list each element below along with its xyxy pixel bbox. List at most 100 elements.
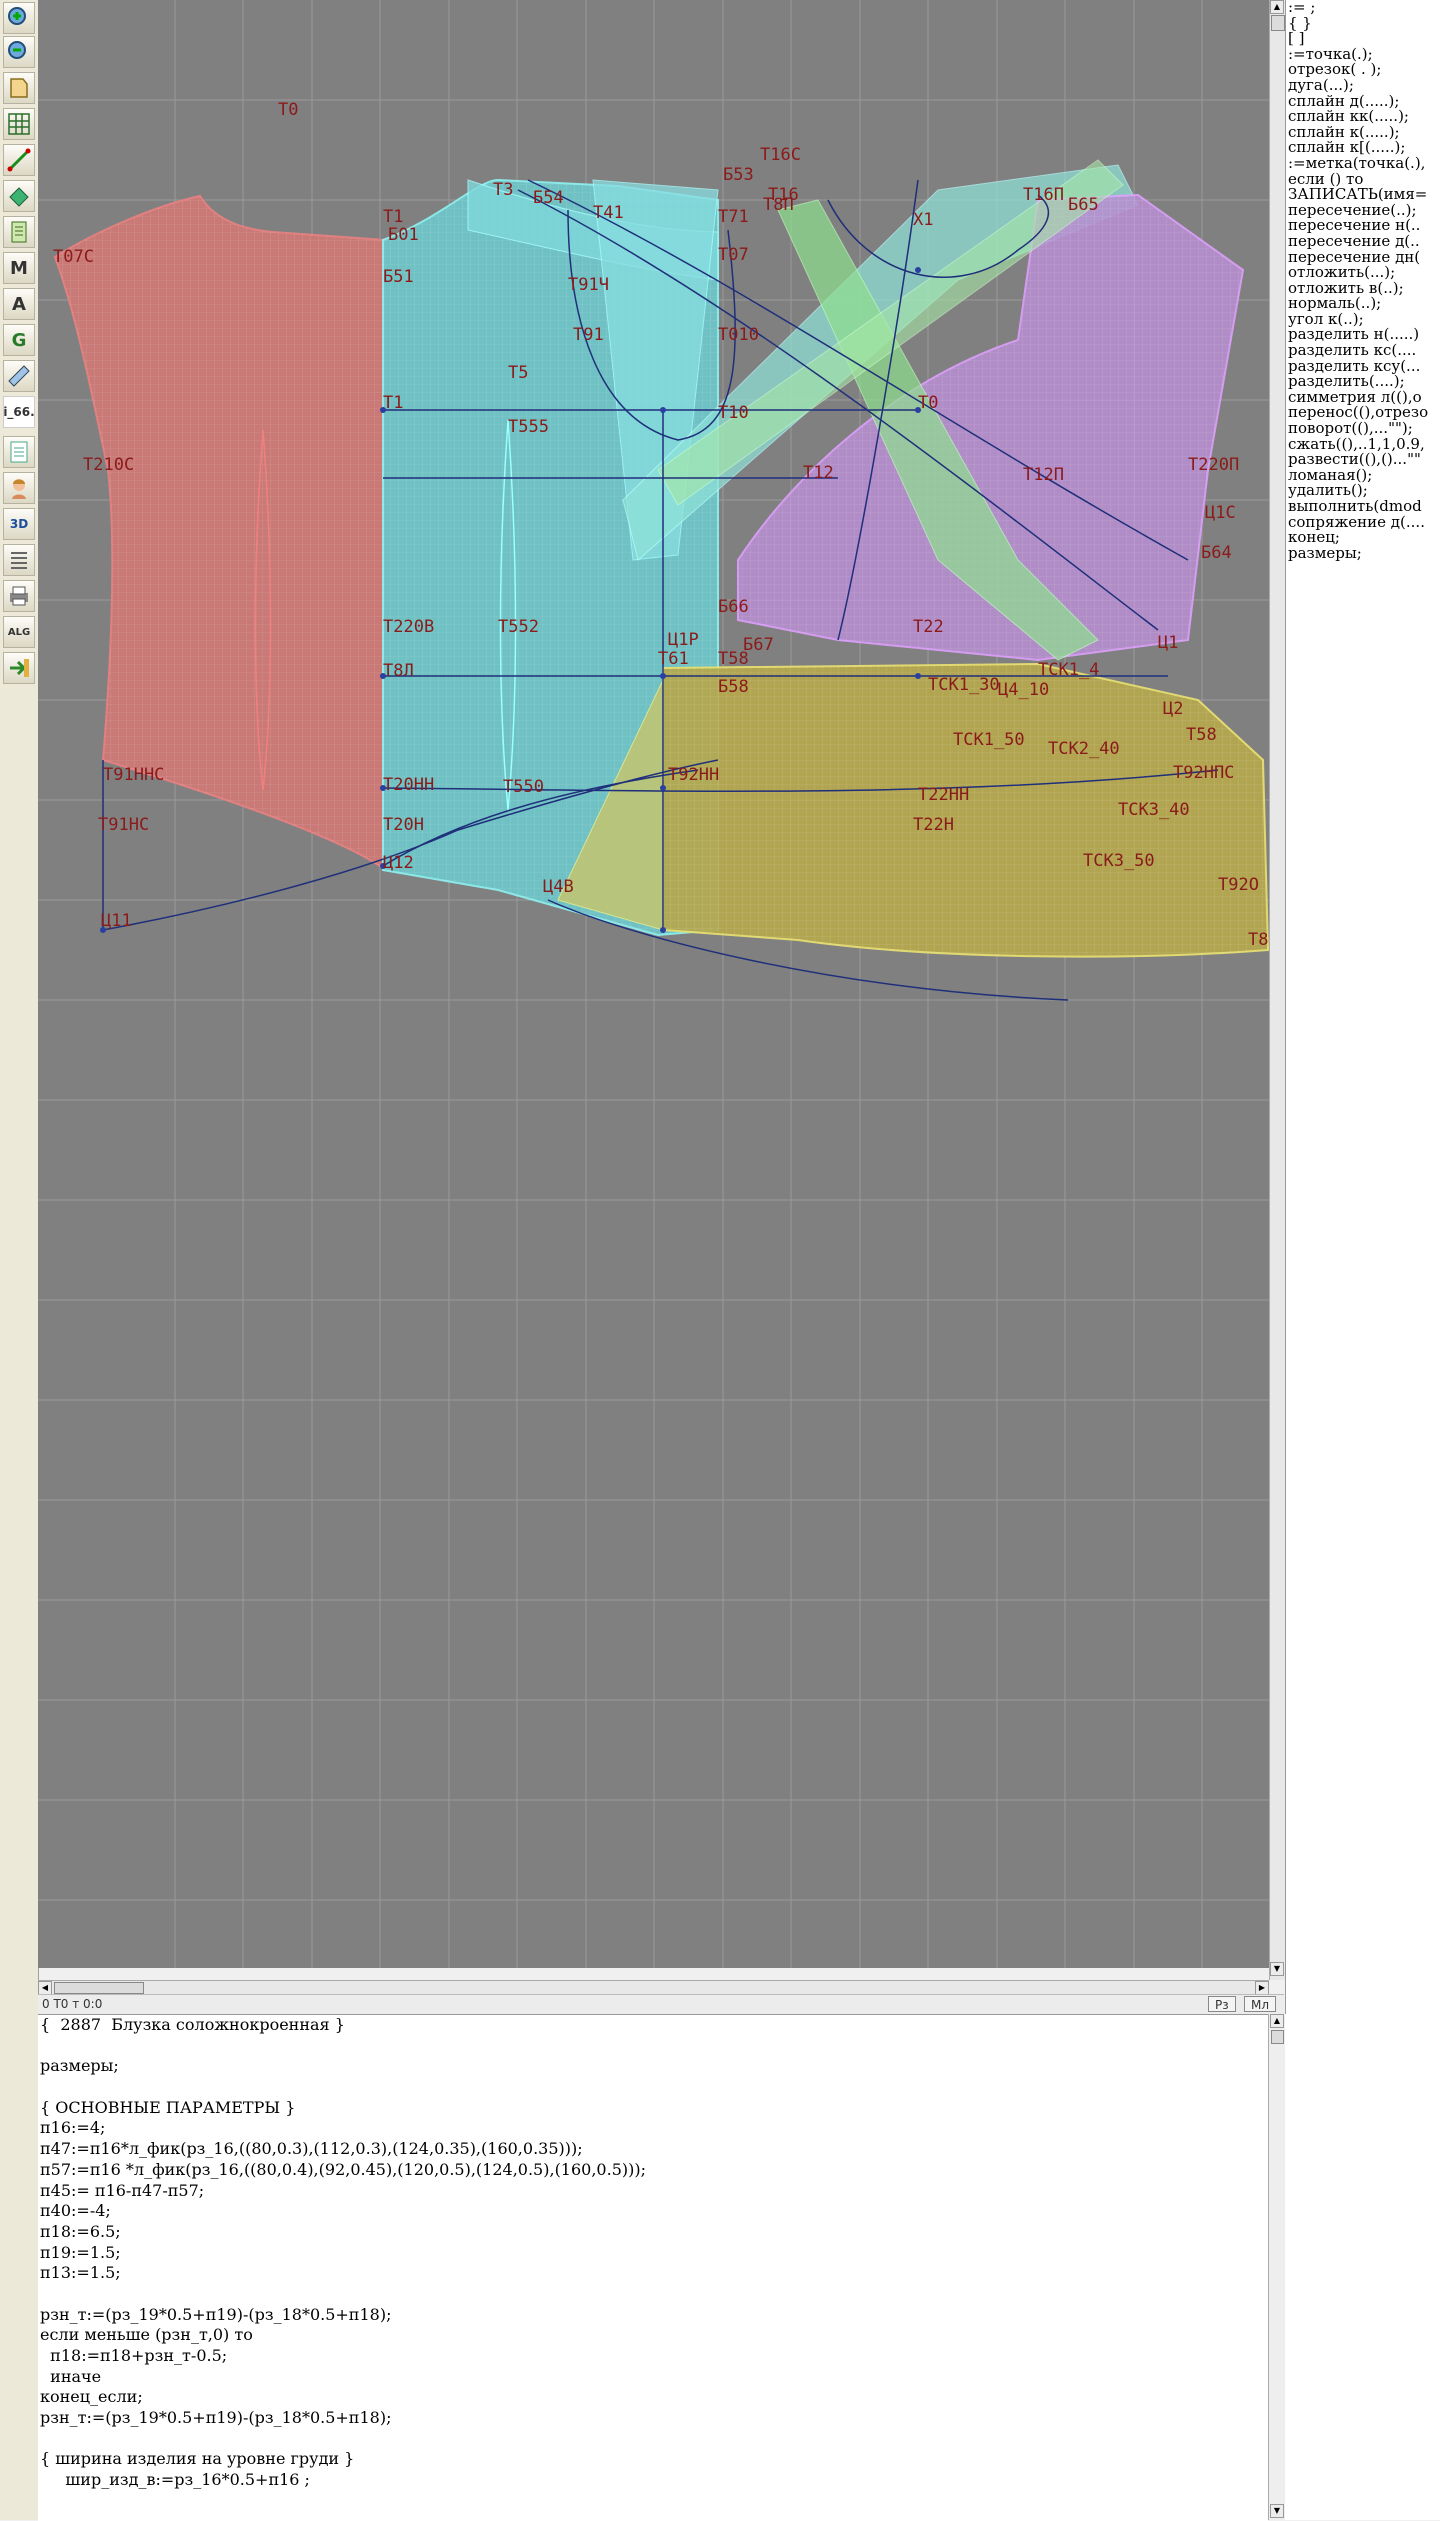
figure-icon[interactable]	[3, 472, 35, 504]
zoom-in-icon[interactable]	[3, 2, 35, 34]
canvas-vertical-scrollbar[interactable]: ▲ ▼	[1269, 0, 1286, 1980]
point-label: Т550	[503, 777, 544, 797]
code-line[interactable]: п13:=1.5;	[38, 2263, 1268, 2284]
point-label: Т91НС	[98, 815, 149, 835]
ruler-icon[interactable]	[3, 360, 35, 392]
code-line[interactable]: шир_изд_в:=рз_16*0.5+п16 ;	[38, 2470, 1268, 2491]
gradation-icon-text: G	[11, 329, 27, 351]
scroll-down-button[interactable]: ▼	[1270, 1962, 1284, 1976]
alg-icon-text: ALG	[7, 626, 31, 638]
editor-vertical-scrollbar[interactable]: ▲ ▼	[1268, 2014, 1286, 2520]
point-label: Т20НН	[383, 775, 434, 795]
macro-icon[interactable]: M	[3, 252, 35, 284]
point-label: Т8П	[763, 195, 794, 215]
list-icon[interactable]	[3, 544, 35, 576]
canvas-horizontal-scrollbar[interactable]: ◀ ▶	[38, 1980, 1269, 1995]
zoom-out-icon[interactable]	[3, 36, 35, 68]
point-label: Т10	[718, 403, 749, 423]
status-bar: 0 Т0 т 0:0 Рз Мл	[38, 1994, 1284, 2015]
point-label: Ц1	[1158, 633, 1178, 653]
export-icon[interactable]	[3, 652, 35, 684]
points-icon[interactable]: A	[3, 288, 35, 320]
code-line[interactable]: рзн_т:=(рз_19*0.5+п19)-(рз_18*0.5+п18);	[38, 2305, 1268, 2326]
point-label: Т12П	[1023, 465, 1064, 485]
code-line[interactable]: п45:= п16-п47-п57;	[38, 2181, 1268, 2202]
point-label: Т8Л	[383, 661, 414, 681]
point-label: ТСК1_50	[953, 730, 1025, 750]
point-label: Ц12	[383, 853, 414, 873]
code-line[interactable]: иначе	[38, 2367, 1268, 2388]
point-label: Т010	[718, 325, 759, 345]
point-label: ТСК1_30	[928, 675, 1000, 695]
script-editor[interactable]: { 2887 Блузка соложнокроенная } размеры;…	[38, 2014, 1268, 2521]
3d-view-icon[interactable]: 3D	[3, 508, 35, 540]
scroll-right-button[interactable]: ▶	[1255, 1981, 1269, 1995]
code-line[interactable]: п57:=п16 *л_фик(рз_16,((80,0.4),(92,0.45…	[38, 2160, 1268, 2181]
code-line[interactable]: п47:=п16*л_фик(рз_16,((80,0.3),(112,0.3)…	[38, 2139, 1268, 2160]
macro-icon-text: M	[10, 257, 28, 279]
code-line[interactable]: п19:=1.5;	[38, 2243, 1268, 2264]
code-line[interactable]	[38, 2284, 1268, 2305]
point-label: Т1	[383, 393, 403, 413]
point-label: Т0	[918, 393, 938, 413]
point-label: Ц1С	[1205, 503, 1236, 523]
scroll-down-button[interactable]: ▼	[1270, 2504, 1284, 2518]
code-line[interactable]: рзн_т:=(рз_19*0.5+п19)-(рз_18*0.5+п18);	[38, 2408, 1268, 2429]
command-item[interactable]: размеры;	[1286, 545, 1440, 562]
code-line[interactable]: размеры;	[38, 2056, 1268, 2077]
coordinates-readout: 0 Т0 т 0:0	[42, 1997, 103, 2011]
point-label: Т555	[508, 417, 549, 437]
point-label: ТСК2_40	[1048, 739, 1120, 759]
point-label: Т220П	[1188, 455, 1239, 475]
point-label: Т12	[803, 463, 834, 483]
scroll-thumb[interactable]	[1271, 15, 1285, 31]
scroll-thumb[interactable]	[54, 1982, 144, 1994]
point-label: Т210С	[83, 455, 134, 475]
point-label: Б65	[1068, 195, 1099, 215]
point-label: ТСК1_4	[1038, 660, 1099, 680]
point-label: Т41	[593, 203, 624, 223]
point-label: Т91ННС	[103, 765, 164, 785]
code-line[interactable]: { 2887 Блузка соложнокроенная }	[38, 2015, 1268, 2036]
ml-button[interactable]: Мл	[1244, 1996, 1277, 2012]
code-line[interactable]: { ОСНОВНЫЕ ПАРАМЕТРЫ }	[38, 2098, 1268, 2119]
point-label: Т5	[508, 363, 528, 383]
code-line[interactable]: конец_если;	[38, 2387, 1268, 2408]
point-label: Т91	[573, 325, 604, 345]
point-label: Х1	[913, 210, 933, 230]
code-line[interactable]: если меньше (рзн_т,0) то	[38, 2325, 1268, 2346]
point-label: Т3	[493, 180, 513, 200]
point-label: Ц11	[101, 911, 132, 931]
point-label: Ц2	[1163, 699, 1183, 719]
print-icon[interactable]	[3, 580, 35, 612]
code-line[interactable]: п40:=-4;	[38, 2201, 1268, 2222]
pattern-piece-icon[interactable]	[3, 72, 35, 104]
point-label: Б67	[743, 635, 774, 655]
new-document-icon[interactable]	[3, 436, 35, 468]
scroll-left-button[interactable]: ◀	[38, 1981, 52, 1995]
point-label: Б54	[533, 188, 564, 208]
code-line[interactable]: п16:=4;	[38, 2118, 1268, 2139]
gradation-icon[interactable]: G	[3, 324, 35, 356]
code-line[interactable]	[38, 2077, 1268, 2098]
point-label: Т07	[718, 245, 749, 265]
scroll-thumb[interactable]	[1271, 2030, 1284, 2044]
code-line[interactable]: { ширина изделия на уровне груди }	[38, 2449, 1268, 2470]
point-label: Т92НН	[668, 765, 719, 785]
measure-icon[interactable]	[3, 216, 35, 248]
line-tool-icon[interactable]	[3, 144, 35, 176]
alg-icon[interactable]: ALG	[3, 616, 35, 648]
code-line[interactable]	[38, 2429, 1268, 2450]
scroll-up-button[interactable]: ▲	[1270, 2014, 1284, 2028]
code-line[interactable]: п18:=6.5;	[38, 2222, 1268, 2243]
pattern-canvas[interactable]: Т0 Т3 Б54 Т41 Т1 Б01 Б51 Б53 Т16С Т16 Т8…	[38, 0, 1269, 1968]
fill-icon[interactable]	[3, 180, 35, 212]
scroll-up-button[interactable]: ▲	[1270, 0, 1284, 14]
code-line[interactable]: п18:=п18+рзн_т-0.5;	[38, 2346, 1268, 2367]
point-label: Т92НПС	[1173, 763, 1234, 783]
command-item[interactable]: { }	[1286, 15, 1440, 32]
grid-icon[interactable]	[3, 108, 35, 140]
code-line[interactable]	[38, 2036, 1268, 2057]
point-label: Б01	[388, 225, 419, 245]
rz-button[interactable]: Рз	[1208, 1996, 1236, 2012]
